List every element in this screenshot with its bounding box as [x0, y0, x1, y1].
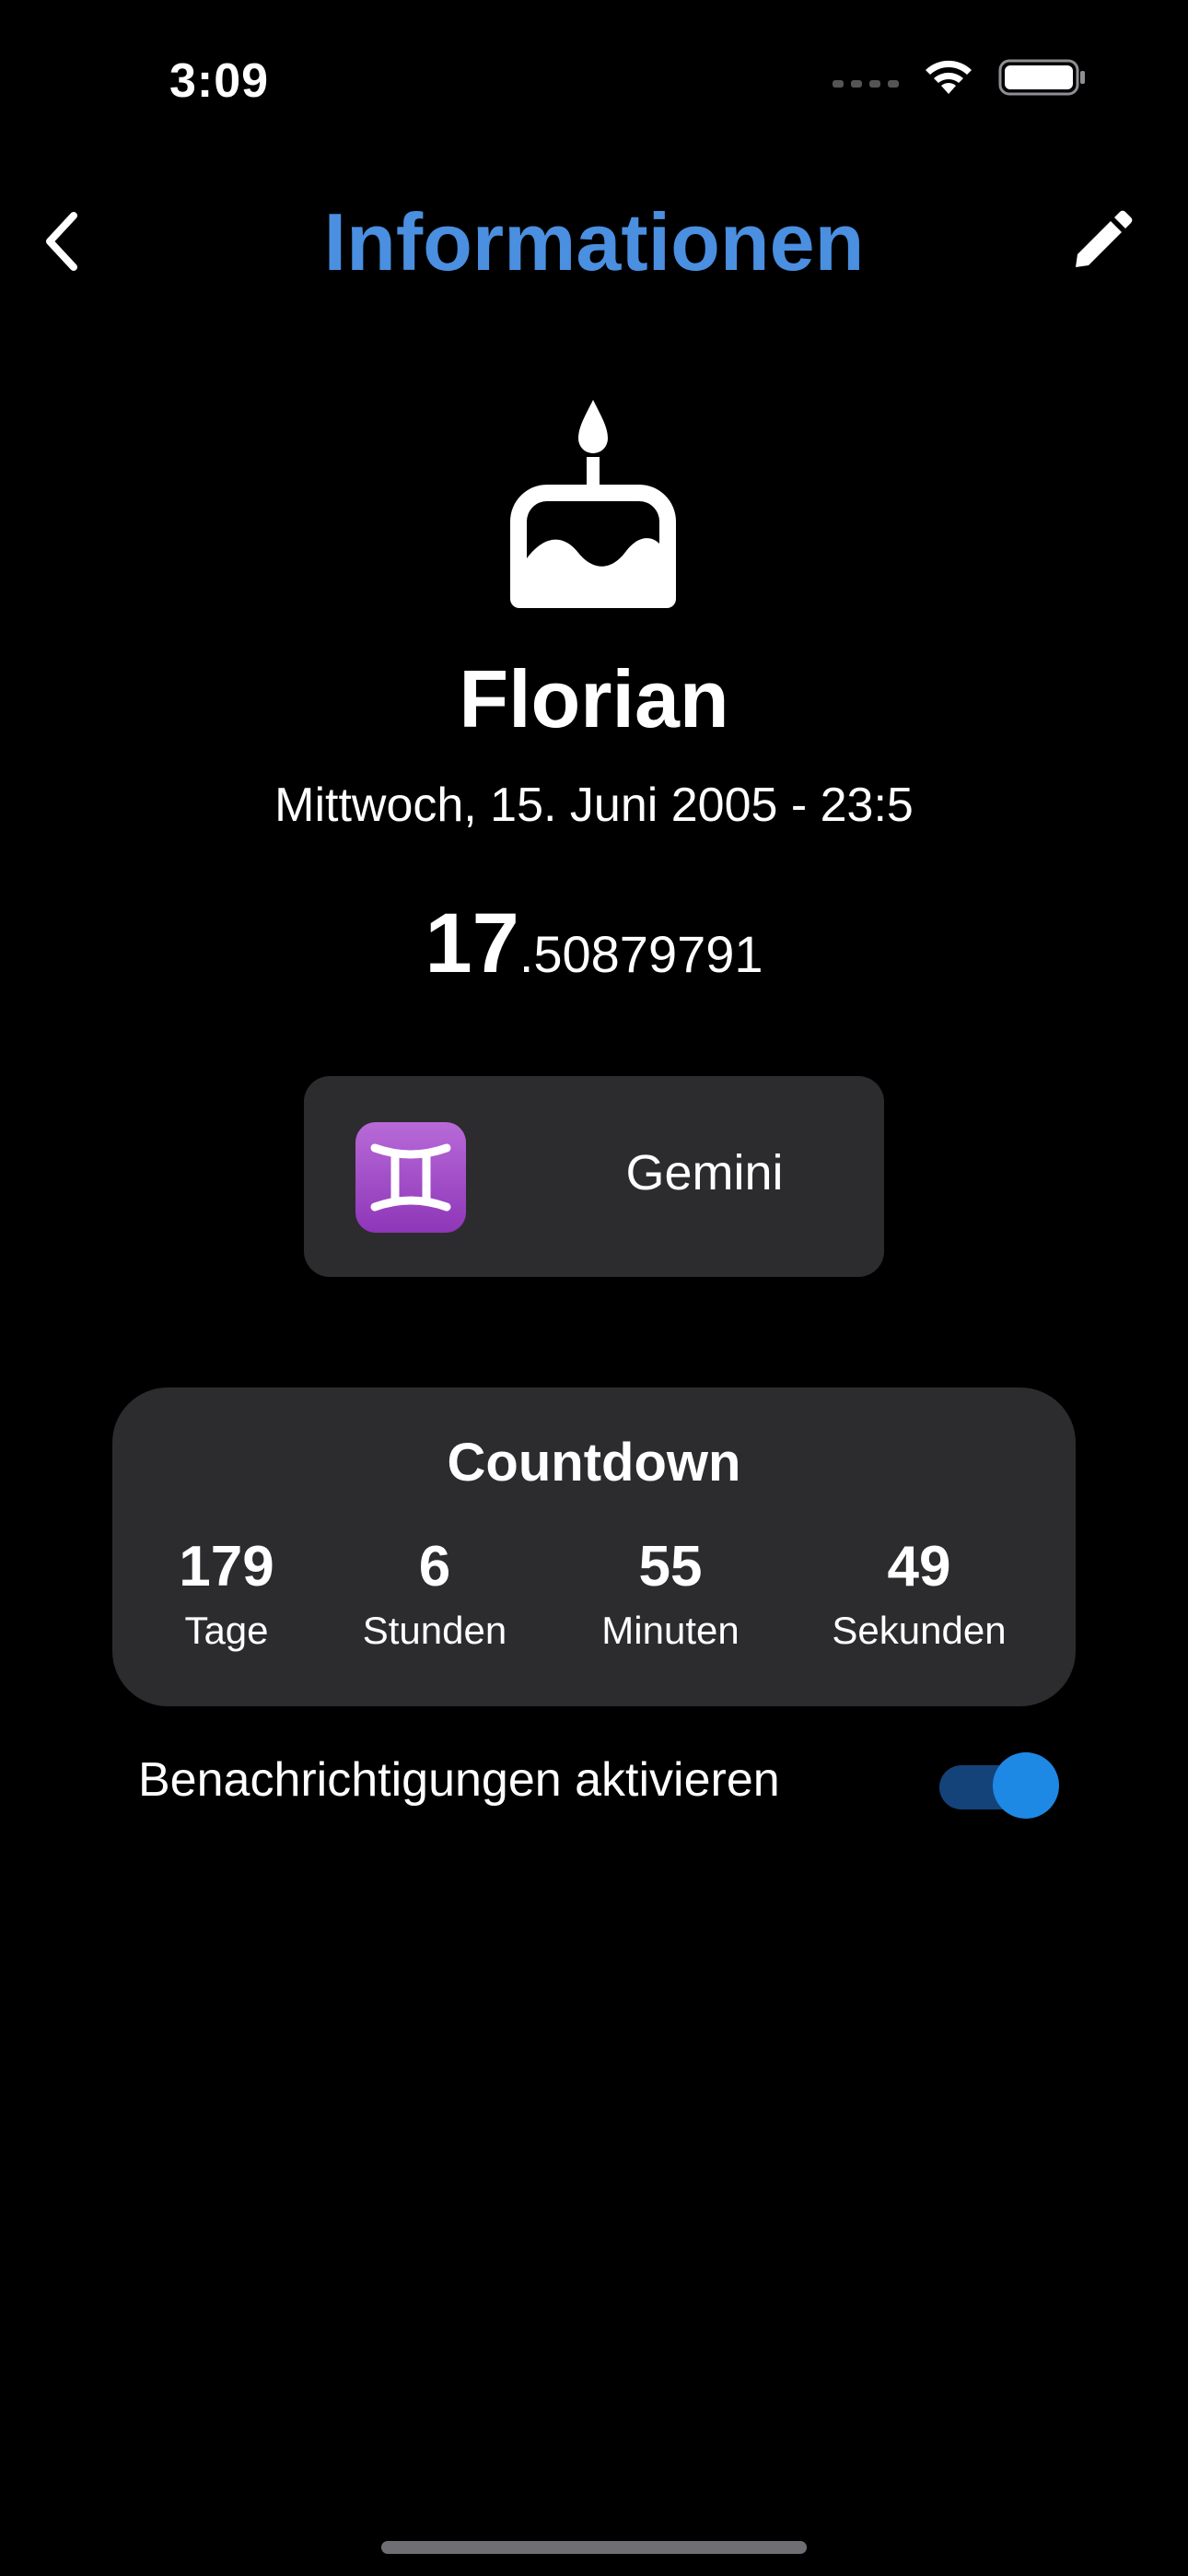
countdown-seconds-label: Sekunden	[832, 1609, 1007, 1652]
gemini-glyph	[370, 1143, 451, 1212]
notifications-toggle[interactable]	[939, 1752, 1059, 1819]
countdown-days-value: 179	[179, 1535, 274, 1598]
screen: 3:09 Informationen Florian Mittwoch, 15.…	[0, 0, 1188, 2576]
toggle-knob	[993, 1752, 1059, 1819]
pencil-icon[interactable]	[1068, 210, 1133, 275]
countdown-card: Countdown 179 Tage 6 Stunden 55 Minuten …	[112, 1388, 1076, 1706]
age-fraction: .50879791	[518, 925, 763, 983]
countdown-hours-label: Stunden	[362, 1609, 507, 1652]
countdown-title: Countdown	[447, 1433, 741, 1493]
notifications-label: Benachrichtigungen aktivieren	[138, 1753, 780, 1807]
countdown-hours: 6 Stunden	[333, 1539, 536, 1653]
countdown-days: 179 Tage	[125, 1539, 328, 1653]
page-title: Informationen	[323, 196, 865, 287]
countdown-minutes-label: Minuten	[601, 1609, 740, 1652]
status-time: 3:09	[169, 54, 270, 108]
zodiac-card: Gemini	[304, 1076, 884, 1277]
home-indicator[interactable]	[381, 2541, 807, 2554]
signal-icon	[833, 80, 899, 88]
countdown-days-label: Tage	[184, 1609, 269, 1652]
countdown-seconds: 49 Sekunden	[818, 1539, 1020, 1653]
age-display: 17.50879791	[0, 896, 1188, 992]
person-name: Florian	[459, 653, 729, 744]
status-icons	[833, 57, 1087, 98]
birthdate: Mittwoch, 15. Juni 2005 - 23:5	[274, 779, 914, 832]
battery-icon	[998, 59, 1085, 96]
wifi-icon	[926, 60, 972, 94]
countdown-hours-value: 6	[418, 1535, 451, 1598]
countdown-seconds-value: 49	[887, 1535, 951, 1598]
birthday-cake-icon	[510, 400, 676, 608]
gemini-icon	[355, 1122, 466, 1233]
zodiac-name: Gemini	[625, 1145, 784, 1200]
countdown-minutes-value: 55	[638, 1535, 703, 1598]
age-integer: 17	[425, 896, 519, 990]
countdown-minutes: 55 Minuten	[569, 1539, 772, 1653]
